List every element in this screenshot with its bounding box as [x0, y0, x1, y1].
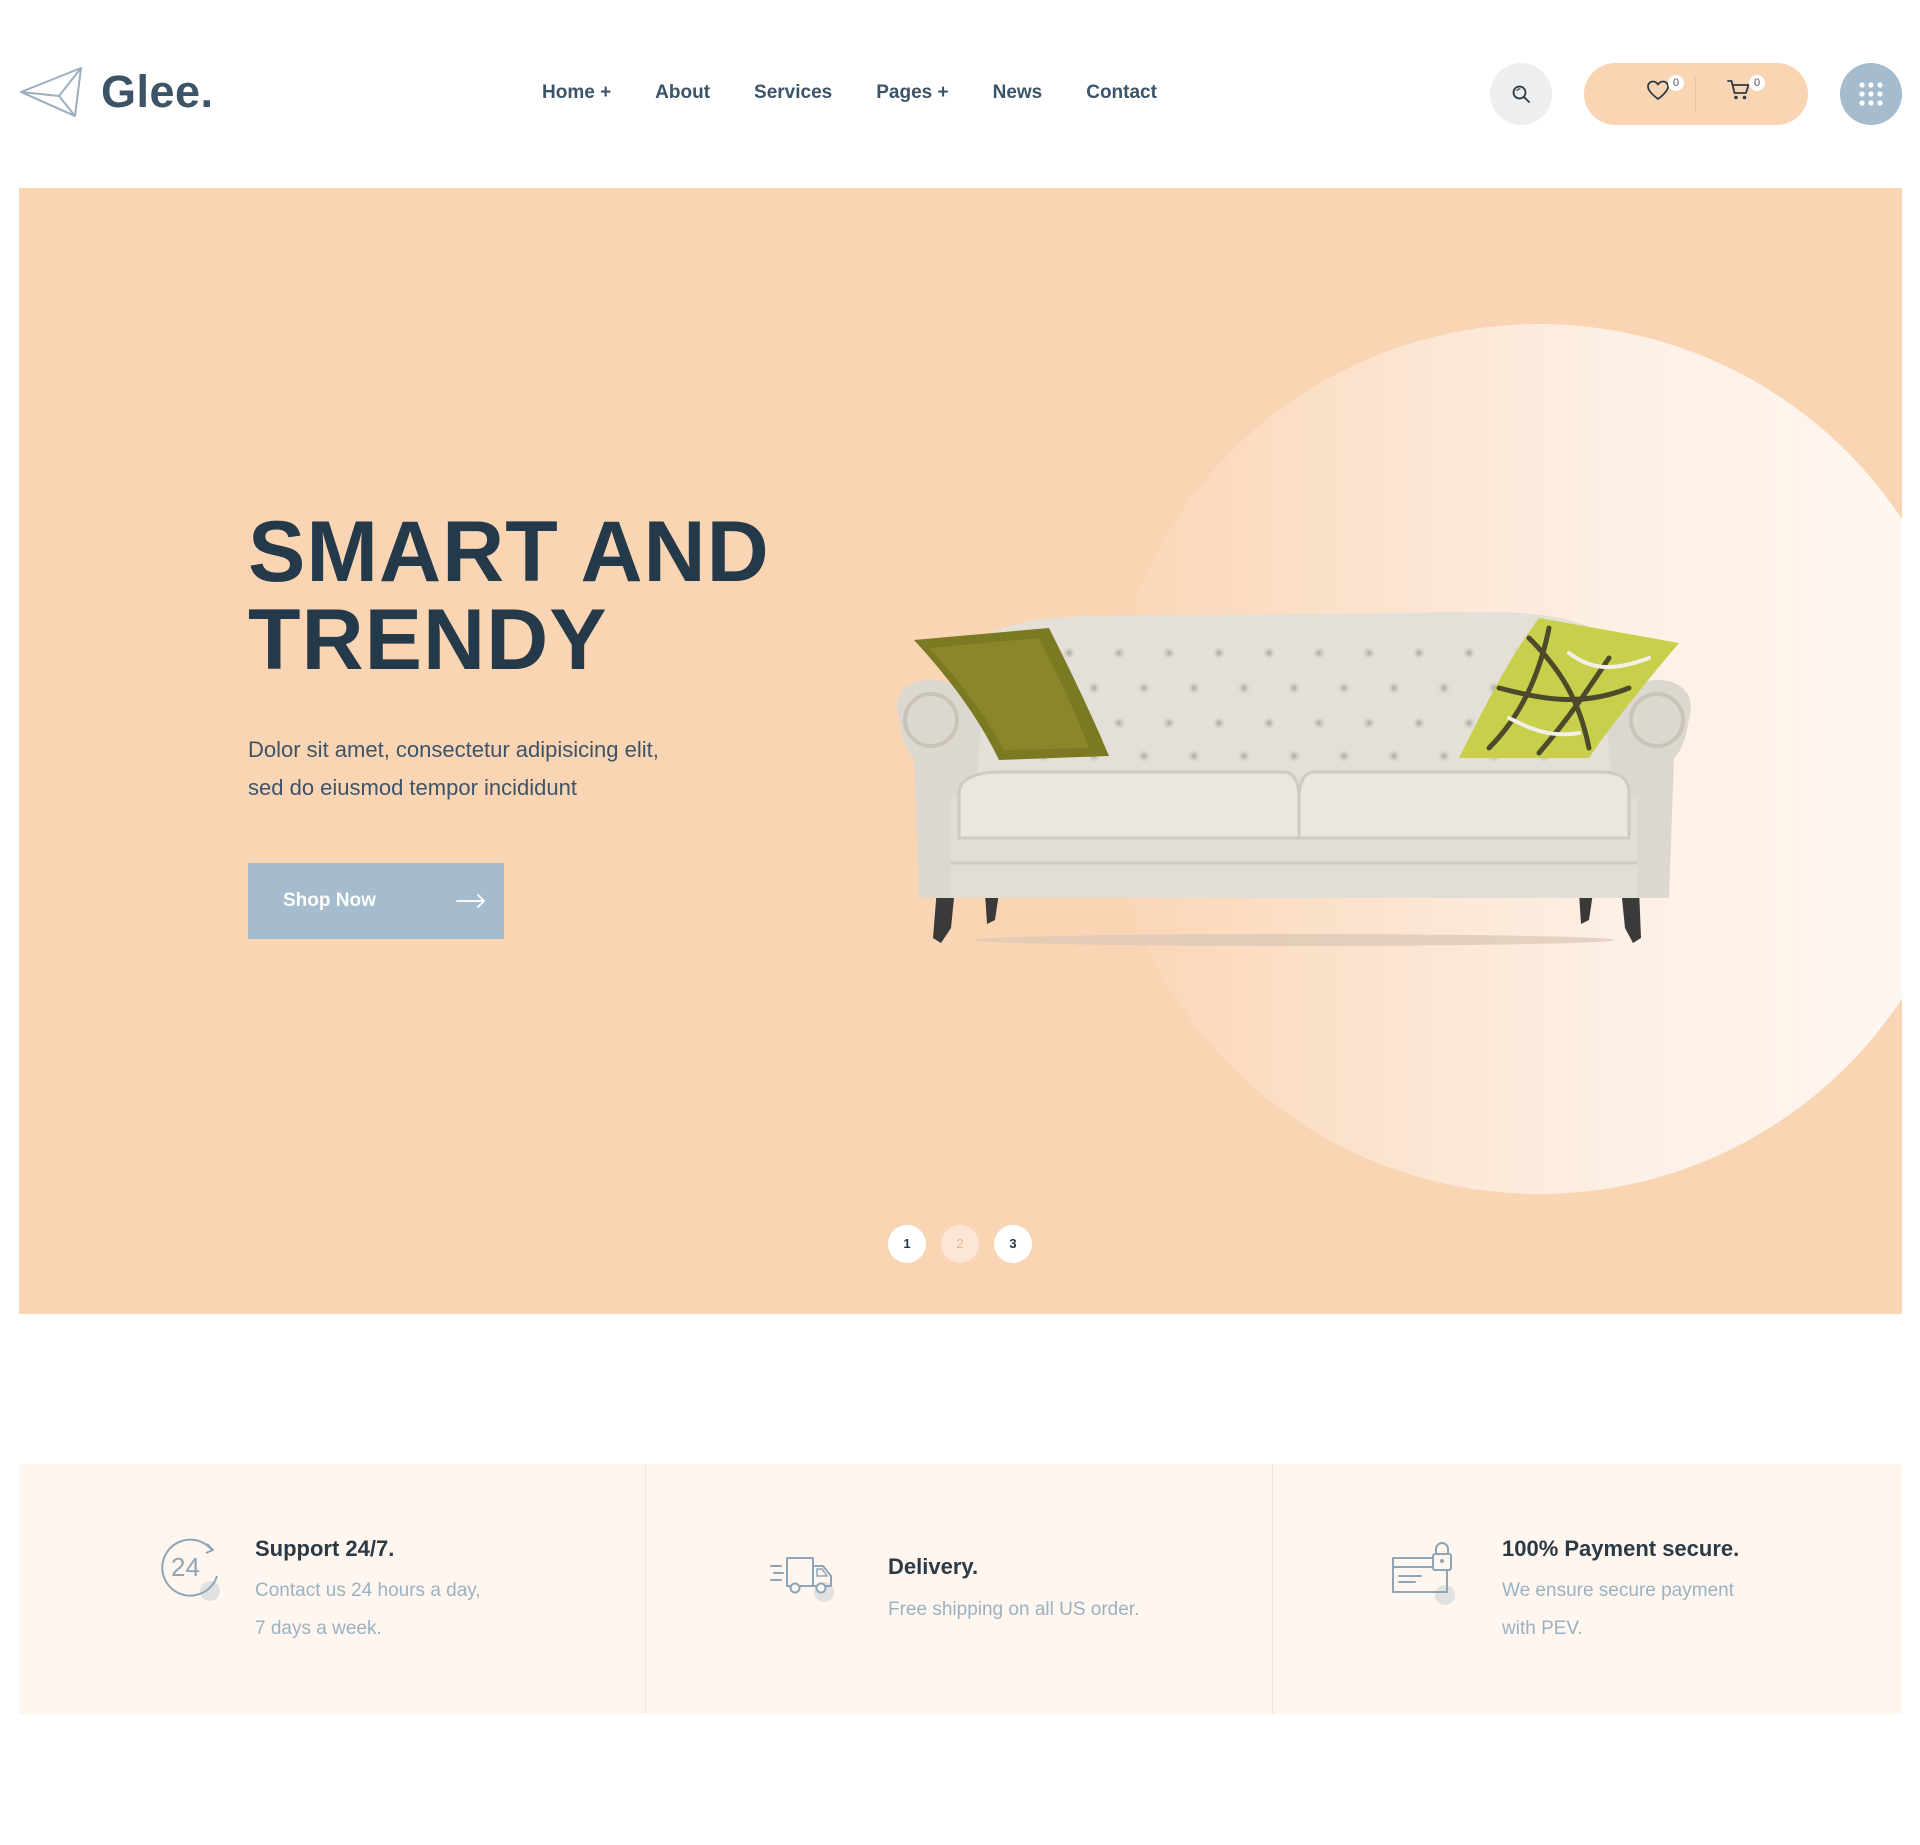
nav-services[interactable]: Services: [754, 82, 832, 104]
search-button[interactable]: [1490, 63, 1552, 125]
brand-name: Glee.: [101, 66, 214, 117]
svg-text:24: 24: [171, 1552, 200, 1582]
feature-payment-title: 100% Payment secure.: [1502, 1536, 1740, 1561]
slide-dot-2[interactable]: 2: [941, 1225, 979, 1263]
pill-divider: [1695, 77, 1696, 111]
hero-slider: SMART AND TRENDY Dolor sit amet, consect…: [19, 188, 1902, 1314]
hero-title: SMART AND TRENDY: [248, 508, 770, 684]
search-icon: [1512, 85, 1530, 103]
grid-menu-icon: [1859, 82, 1883, 106]
feature-support-desc-line-2: 7 days a week.: [255, 1618, 382, 1639]
nav-about[interactable]: About: [655, 82, 710, 104]
support-24-icon: 24: [161, 1538, 220, 1601]
main-nav: Home + About Services Pages + News Conta…: [542, 82, 1201, 104]
wishlist-button[interactable]: 0: [1646, 75, 1684, 109]
feature-payment-desc: We ensure secure payment with PEV.: [1502, 1572, 1734, 1648]
shop-now-button[interactable]: Shop Now: [248, 863, 504, 939]
slider-pagination: 1 2 3: [888, 1225, 1032, 1263]
hero-description-line-1: Dolor sit amet, consectetur adipisicing …: [248, 737, 659, 762]
paper-plane-logo-icon: [20, 67, 82, 117]
features-strip: 24 Support 24/7. Contact us 24 hours a d…: [19, 1464, 1902, 1714]
cart-button[interactable]: 0: [1727, 75, 1765, 109]
feature-support: 24 Support 24/7. Contact us 24 hours a d…: [19, 1464, 646, 1714]
shop-now-label: Shop Now: [283, 890, 376, 911]
menu-grid-button[interactable]: [1840, 63, 1902, 125]
feature-delivery-title: Delivery.: [888, 1554, 979, 1579]
nav-pages[interactable]: Pages +: [876, 82, 948, 104]
feature-delivery: Delivery. Free shipping on all US order.: [646, 1464, 1273, 1714]
arrow-right-icon: [456, 894, 485, 908]
feature-delivery-desc: Free shipping on all US order.: [888, 1591, 1139, 1629]
cart-icon: [1727, 80, 1750, 100]
cart-count-badge: 0: [1749, 75, 1765, 91]
feature-payment: 100% Payment secure. We ensure secure pa…: [1273, 1464, 1902, 1714]
hero-title-line-1: SMART AND: [248, 504, 770, 600]
slide-dot-3[interactable]: 3: [994, 1225, 1032, 1263]
nav-home[interactable]: Home +: [542, 82, 611, 104]
feature-delivery-desc-line-1: Free shipping on all US order.: [888, 1599, 1140, 1620]
secure-payment-icon: [1392, 1542, 1455, 1605]
feature-payment-desc-line-1: We ensure secure payment: [1502, 1580, 1734, 1601]
logo[interactable]: Glee.: [19, 66, 214, 118]
hero-title-line-2: TRENDY: [248, 592, 608, 688]
hero-description: Dolor sit amet, consectetur adipisicing …: [248, 731, 768, 807]
feature-payment-desc-line-2: with PEV.: [1502, 1618, 1583, 1639]
hero-description-line-2: sed do eiusmod tempor incididunt: [248, 775, 577, 800]
feature-support-title: Support 24/7.: [255, 1536, 395, 1561]
slide-dot-1[interactable]: 1: [888, 1225, 926, 1263]
nav-news[interactable]: News: [993, 82, 1043, 104]
wishlist-count-badge: 0: [1668, 75, 1684, 91]
nav-contact[interactable]: Contact: [1086, 82, 1157, 104]
site-header: Glee. Home + About Services Pages + News…: [0, 0, 1920, 188]
delivery-truck-icon: [770, 1557, 834, 1602]
feature-support-desc-line-1: Contact us 24 hours a day,: [255, 1580, 481, 1601]
wishlist-cart-group: 0 0: [1584, 63, 1808, 125]
feature-support-desc: Contact us 24 hours a day, 7 days a week…: [255, 1572, 481, 1648]
sofa-product-image: [897, 612, 1691, 946]
heart-icon: [1647, 80, 1669, 100]
